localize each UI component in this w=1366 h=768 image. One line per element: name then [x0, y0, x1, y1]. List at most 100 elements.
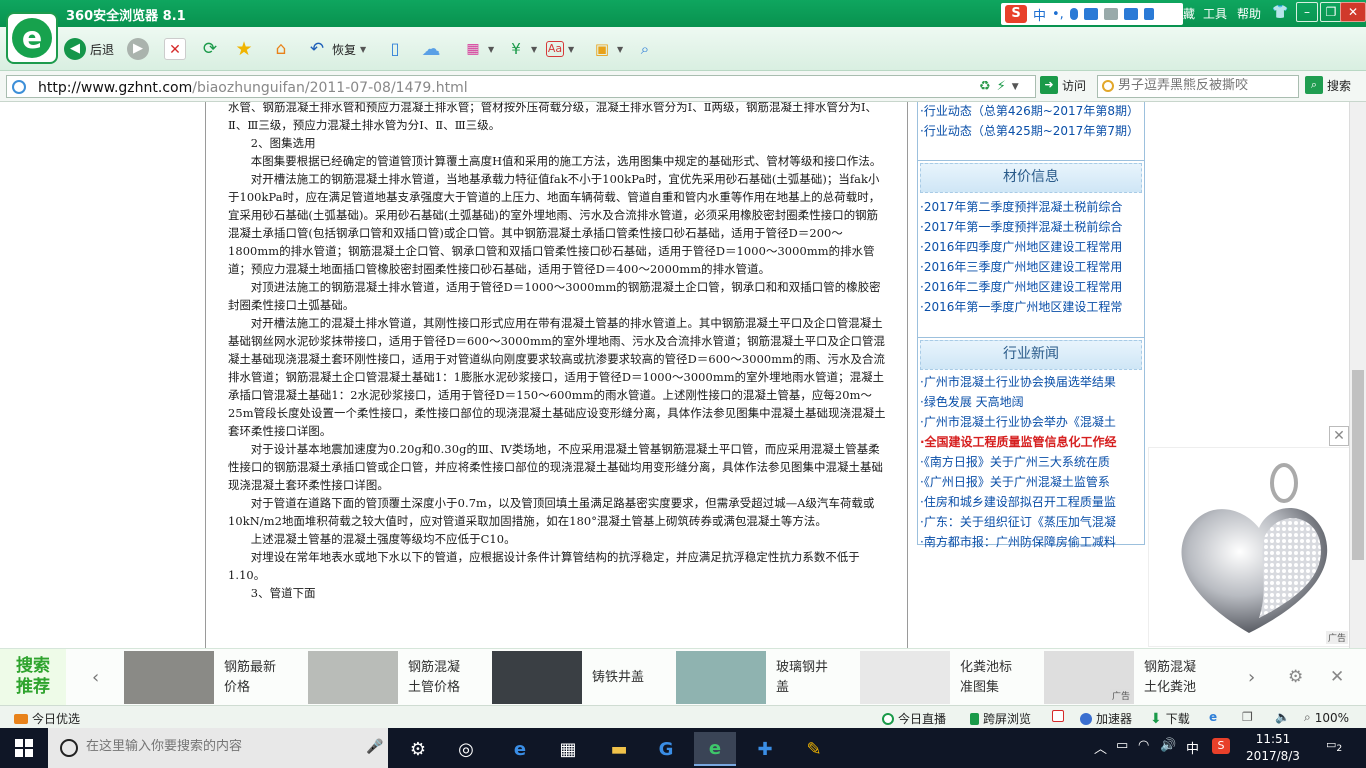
- menu-favorites-partial[interactable]: 藏: [1183, 5, 1195, 22]
- favorites-button[interactable]: ★: [233, 36, 255, 62]
- recommend-item[interactable]: 广告 钢筋混凝土化粪池: [1044, 650, 1204, 705]
- sidebar-link[interactable]: ·广州市混凝土行业协会举办《混凝土: [918, 412, 1144, 432]
- recommend-item[interactable]: 铸铁井盖: [492, 650, 652, 705]
- apps-button[interactable]: ▦ ▼: [462, 36, 494, 62]
- tray-chevron-up-icon[interactable]: ︿: [1094, 738, 1107, 757]
- sidebar-link[interactable]: ·2016年三季度广州地区建设工程常用: [918, 257, 1144, 277]
- ie-icon[interactable]: e: [1209, 710, 1217, 724]
- store-icon[interactable]: ▦: [547, 732, 589, 766]
- sidebar-link[interactable]: ·2016年第一季度广州地区建设工程常: [918, 297, 1144, 317]
- swirl-app-icon[interactable]: ◎: [445, 732, 487, 766]
- tray-monitor-icon[interactable]: ▭: [1116, 738, 1128, 753]
- task-view-icon[interactable]: ⚙: [397, 732, 439, 766]
- phone-button[interactable]: ▯: [384, 36, 406, 62]
- sidebar-link[interactable]: ·2017年第一季度预拌混凝土税前综合: [918, 217, 1144, 237]
- recommend-item[interactable]: 钢筋混凝土管价格: [308, 650, 468, 705]
- download-button[interactable]: ⬇ 下载: [1150, 710, 1190, 727]
- microphone-icon[interactable]: [1069, 8, 1078, 20]
- close-button[interactable]: ✕: [1340, 2, 1366, 22]
- edge-icon[interactable]: e: [499, 732, 541, 766]
- ime-toolbar[interactable]: S 中 •,: [1001, 3, 1183, 25]
- ime-punct[interactable]: •,: [1052, 7, 1064, 22]
- g-app-icon[interactable]: G: [645, 732, 687, 766]
- menu-tools[interactable]: 工具: [1203, 5, 1227, 22]
- chevron-down-icon[interactable]: ▼: [360, 45, 366, 54]
- sidebar-link[interactable]: ·行业动态（总第426期~2017年第8期）: [918, 102, 1144, 121]
- system-clock[interactable]: 11:51 2017/8/3: [1245, 731, 1301, 765]
- microphone-icon[interactable]: 🎤: [366, 739, 383, 755]
- recommend-item[interactable]: 钢筋最新价格: [124, 650, 284, 705]
- volume-icon[interactable]: 🔊: [1160, 738, 1176, 753]
- taskbar-search[interactable]: 🎤: [48, 728, 388, 768]
- translate-button[interactable]: Aa ▼: [546, 36, 574, 62]
- address-bar[interactable]: http://www.gzhnt.com/biaozhunguifan/2011…: [6, 75, 1036, 98]
- live-button[interactable]: 今日直播: [882, 710, 946, 727]
- shirt-icon[interactable]: [1123, 8, 1138, 20]
- money-button[interactable]: ¥ ▼: [505, 36, 537, 62]
- notification-center-icon[interactable]: ▭2: [1326, 738, 1348, 756]
- stop-button[interactable]: ✕: [164, 36, 186, 62]
- price-info-heading[interactable]: 材价信息: [920, 163, 1142, 193]
- sidebar-link[interactable]: ·南方都市报：广州防保障房偷工减料: [918, 532, 1144, 552]
- sidebar-link[interactable]: ·广东：关于组织征订《蒸压加气混凝: [918, 512, 1144, 532]
- search-button[interactable]: ⌕ 搜索: [1305, 76, 1351, 94]
- refresh-button[interactable]: ⟳: [199, 36, 221, 62]
- go-button[interactable]: ➜ 访问: [1040, 76, 1086, 94]
- restore-button[interactable]: ❐: [1320, 2, 1342, 22]
- page-scrollbar[interactable]: [1349, 102, 1366, 648]
- ad-close-button[interactable]: ✕: [1329, 426, 1349, 446]
- today-picks-button[interactable]: 今日优选: [14, 710, 80, 727]
- industry-news-heading[interactable]: 行业新闻: [920, 340, 1142, 370]
- search-box[interactable]: [1097, 75, 1299, 98]
- recommend-item[interactable]: 化粪池标准图集: [860, 650, 1020, 705]
- ime-indicator[interactable]: 中: [1186, 738, 1199, 757]
- chevron-left-icon[interactable]: ‹: [92, 667, 99, 688]
- minimize-button[interactable]: –: [1296, 2, 1318, 22]
- sidebar-link[interactable]: ·2016年四季度广州地区建设工程常用: [918, 237, 1144, 257]
- ad-banner[interactable]: 广告: [1148, 447, 1351, 647]
- chevron-right-icon[interactable]: ›: [1248, 667, 1255, 688]
- search-engine-icon[interactable]: [1102, 80, 1114, 92]
- scrollbar-thumb[interactable]: [1352, 370, 1364, 560]
- sidebar-link[interactable]: ·绿色发展 天高地阔: [918, 392, 1144, 412]
- sidebar-link[interactable]: ·行业动态（总第425期~2017年第7期）: [918, 121, 1144, 141]
- search-input[interactable]: [1118, 78, 1296, 93]
- back-button[interactable]: ◀ 后退: [64, 36, 114, 62]
- screenshot-button[interactable]: ▣ ▼: [591, 36, 623, 62]
- sidebar-link[interactable]: ·2017年第二季度预拌混凝土税前综合: [918, 197, 1144, 217]
- sogou-ime-icon[interactable]: S: [1005, 5, 1027, 23]
- ime-lang[interactable]: 中: [1033, 5, 1046, 24]
- user-icon[interactable]: [1103, 8, 1118, 20]
- medic-icon[interactable]: [1052, 710, 1064, 722]
- recycle-icon[interactable]: ♻: [979, 79, 991, 95]
- start-button[interactable]: [0, 728, 48, 768]
- wrench-icon[interactable]: [1143, 8, 1154, 20]
- home-button[interactable]: ⌂: [270, 36, 292, 62]
- taskbar-search-input[interactable]: [86, 739, 346, 754]
- speaker-icon[interactable]: 🔈: [1275, 710, 1290, 724]
- 360-browser-taskbar-icon[interactable]: e: [694, 732, 736, 766]
- lightning-icon[interactable]: ⚡: [997, 79, 1006, 95]
- window-icon[interactable]: ❐: [1242, 710, 1253, 724]
- sidebar-link[interactable]: ·全国建设工程质量监管信息化工作经: [918, 432, 1144, 452]
- sidebar-link[interactable]: ·广州市混凝土行业协会换届选举结果: [918, 372, 1144, 392]
- find-button[interactable]: ⌕: [634, 36, 656, 62]
- sidebar-link[interactable]: ·住房和城乡建设部拟召开工程质量监: [918, 492, 1144, 512]
- recommend-item[interactable]: 玻璃钢井盖: [676, 650, 836, 705]
- sidebar-link[interactable]: ·《广州日报》关于广州混凝土监管系: [918, 472, 1144, 492]
- chevron-down-icon[interactable]: ▼: [1012, 79, 1019, 95]
- cloud-button[interactable]: ☁: [416, 36, 446, 62]
- restore-tab-button[interactable]: ↶ 恢复 ▼: [306, 36, 366, 62]
- close-icon[interactable]: ✕: [1330, 667, 1344, 687]
- sidebar-link[interactable]: ·《南方日报》关于广州三大系统在质: [918, 452, 1144, 472]
- url-text[interactable]: http://www.gzhnt.com/biaozhunguifan/2011…: [38, 80, 468, 96]
- wifi-icon[interactable]: ◠: [1138, 738, 1149, 753]
- accelerator-button[interactable]: 加速器: [1080, 710, 1132, 727]
- plus-app-icon[interactable]: ✚: [744, 732, 786, 766]
- browser-logo[interactable]: e: [6, 12, 58, 64]
- sidebar-link[interactable]: ·2016年二季度广州地区建设工程常用: [918, 277, 1144, 297]
- forward-button[interactable]: ▶: [127, 36, 149, 62]
- file-explorer-icon[interactable]: ▬: [598, 732, 640, 766]
- gear-icon[interactable]: ⚙: [1288, 667, 1303, 687]
- sogou-tray-icon[interactable]: S: [1212, 738, 1230, 754]
